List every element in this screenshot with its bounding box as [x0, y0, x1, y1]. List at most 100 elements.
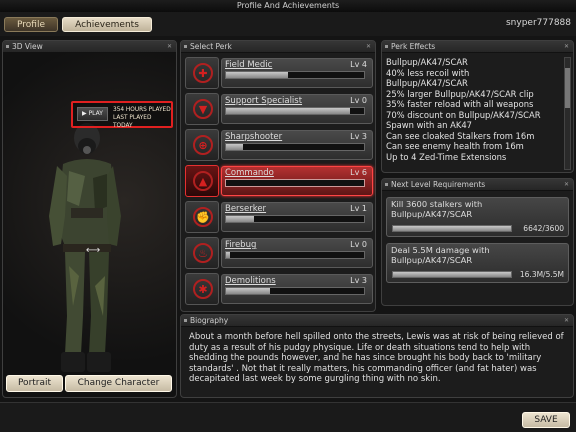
crosshair-icon: ⊕: [193, 135, 213, 155]
play-button[interactable]: ▶ PLAY: [77, 107, 108, 121]
tab-achievements[interactable]: Achievements: [62, 17, 152, 32]
perk-icon-frame: ▼: [185, 93, 219, 125]
perk-name: Sharpshooter: [225, 132, 283, 142]
perk-effects-panel: Perk Effects ✕ Bullpup/AK47/SCAR 40% less …: [381, 40, 574, 173]
commando-chevron-icon: ▲: [193, 171, 213, 191]
select-perk-panel: Select Perk ✕ ✚ Field Medic Lv 4 ▼ Support Sp…: [180, 40, 376, 312]
requirement-item: Kill 3600 stalkers with Bullpup/AK47/SCA…: [386, 197, 569, 237]
perk-item[interactable]: ✱ Demolitions Lv 3: [185, 273, 373, 305]
perk-item[interactable]: ▲ Commando Lv 6: [185, 165, 373, 197]
perk-body: Field Medic Lv 4: [221, 58, 373, 88]
perk-name: Commando: [225, 168, 274, 178]
perk-name: Field Medic: [225, 60, 273, 70]
perk-progress-bar: [225, 215, 365, 223]
panel-title: Perk Effects: [391, 42, 436, 51]
perk-name: Firebug: [225, 240, 257, 250]
play-stats: 354 HOURS PLAYED LAST PLAYED TODAY: [113, 106, 171, 130]
requirement-progress-bar: [392, 271, 512, 278]
perk-name: Support Specialist: [225, 96, 303, 106]
perk-progress-bar: [225, 179, 365, 187]
window-title: Profile And Achievements: [0, 0, 576, 12]
portrait-button[interactable]: Portrait: [6, 375, 63, 392]
perk-icon-frame: ▲: [185, 165, 219, 197]
footer-bar: [0, 402, 576, 432]
perk-progress-fill: [226, 72, 289, 78]
perk-body: Firebug Lv 0: [221, 238, 373, 268]
requirement-text: Kill 3600 stalkers with Bullpup/AK47/SCA…: [391, 199, 483, 219]
panel-header: Biography ✕: [181, 315, 573, 327]
panel-header: Next Level Requirements ✕: [382, 179, 573, 191]
tab-profile[interactable]: Profile: [4, 17, 58, 32]
effect-line: Can see cloaked Stalkers from 16m: [386, 130, 535, 141]
effect-line: 70% discount on Bullpup/AK47/SCAR: [386, 109, 541, 120]
panel-close-icon: ✕: [563, 181, 569, 188]
perk-body: Sharpshooter Lv 3: [221, 130, 373, 160]
effects-scrollbar[interactable]: [564, 57, 571, 170]
effect-line: 25% larger Bullpup/AK47/SCAR clip: [386, 88, 534, 99]
perk-progress-fill: [226, 144, 243, 150]
perk-progress-fill: [226, 108, 351, 114]
panel-title: Select Perk: [190, 42, 232, 51]
berserker-fist-icon: ✊: [193, 207, 213, 227]
perk-body: Support Specialist Lv 0: [221, 94, 373, 124]
perk-level: Lv 1: [350, 204, 367, 213]
perk-level: Lv 0: [350, 240, 367, 249]
save-button[interactable]: SAVE: [522, 412, 570, 428]
perk-level: Lv 3: [350, 132, 367, 141]
perk-level: Lv 6: [350, 168, 367, 177]
panel-header: Perk Effects ✕: [382, 41, 573, 53]
explosive-icon: ✱: [193, 279, 213, 299]
last-played: LAST PLAYED TODAY: [113, 115, 152, 129]
perk-body: Commando Lv 6: [221, 166, 373, 196]
perk-icon-frame: ✱: [185, 273, 219, 305]
effect-line: Up to 4 Zed-Time Extensions: [386, 151, 507, 162]
effect-line: 40% less recoil with: [386, 67, 470, 78]
perk-item[interactable]: ▼ Support Specialist Lv 0: [185, 93, 373, 125]
perk-body: Demolitions Lv 3: [221, 274, 373, 304]
flame-icon: ♨: [193, 243, 213, 263]
support-icon: ▼: [193, 99, 213, 119]
perk-item[interactable]: ✚ Field Medic Lv 4: [185, 57, 373, 89]
effect-line: Spawn with an AK47: [386, 120, 472, 130]
biography-panel: Biography ✕ About a month before hell spi…: [180, 314, 574, 398]
perk-item[interactable]: ✊ Berserker Lv 1: [185, 201, 373, 233]
perk-icon-frame: ✚: [185, 57, 219, 89]
change-character-button[interactable]: Change Character: [65, 375, 172, 392]
panel-close-icon: ✕: [563, 317, 569, 324]
perk-icon-frame: ⊕: [185, 129, 219, 161]
effect-line: Bullpup/AK47/SCAR: [386, 78, 468, 88]
scrollbar-thumb[interactable]: [565, 68, 570, 108]
requirement-item: Deal 5.5M damage with Bullpup/AK47/SCAR 1…: [386, 243, 569, 283]
tab-bar: Profile Achievements snyper777888: [0, 12, 576, 36]
perk-name: Demolitions: [225, 276, 276, 286]
perk-progress-bar: [225, 287, 365, 295]
perk-level: Lv 0: [350, 96, 367, 105]
biography-text: About a month before hell spilled onto t…: [189, 332, 564, 385]
panel-header: 3D View ✕: [3, 41, 176, 53]
hours-played: 354 HOURS PLAYED: [113, 107, 171, 113]
perk-item[interactable]: ⊕ Sharpshooter Lv 3: [185, 129, 373, 161]
character-view-panel[interactable]: 3D View ✕ ⟷ ▶ PLAY 354 HOURS PLAYED LAST …: [2, 40, 177, 398]
perk-progress-fill: [226, 252, 231, 258]
username: snyper777888: [505, 18, 571, 28]
perk-level: Lv 4: [350, 60, 367, 69]
requirement-progress-fill: [393, 272, 511, 277]
medic-cross-icon: ✚: [193, 63, 213, 83]
play-icon: ▶: [82, 110, 87, 117]
panel-close-icon: ✕: [166, 43, 172, 50]
perk-item[interactable]: ♨ Firebug Lv 0: [185, 237, 373, 269]
perk-progress-bar: [225, 107, 365, 115]
effect-line: 35% faster reload with all weapons: [386, 99, 534, 109]
perk-progress-bar: [225, 143, 365, 151]
play-stats-box: ▶ PLAY 354 HOURS PLAYED LAST PLAYED TODA…: [71, 101, 173, 130]
perk-icon-frame: ♨: [185, 237, 219, 269]
perk-progress-fill: [226, 288, 271, 294]
requirement-value: 6642/3600: [523, 224, 564, 233]
requirement-value: 16.3M/5.5M: [519, 270, 564, 279]
effect-line: Bullpup/AK47/SCAR: [386, 57, 468, 67]
perk-progress-fill: [226, 216, 254, 222]
rotate-arrows-icon[interactable]: ⟷: [81, 246, 105, 256]
perk-icon-frame: ✊: [185, 201, 219, 233]
panel-close-icon: ✕: [365, 43, 371, 50]
panel-close-icon: ✕: [563, 43, 569, 50]
